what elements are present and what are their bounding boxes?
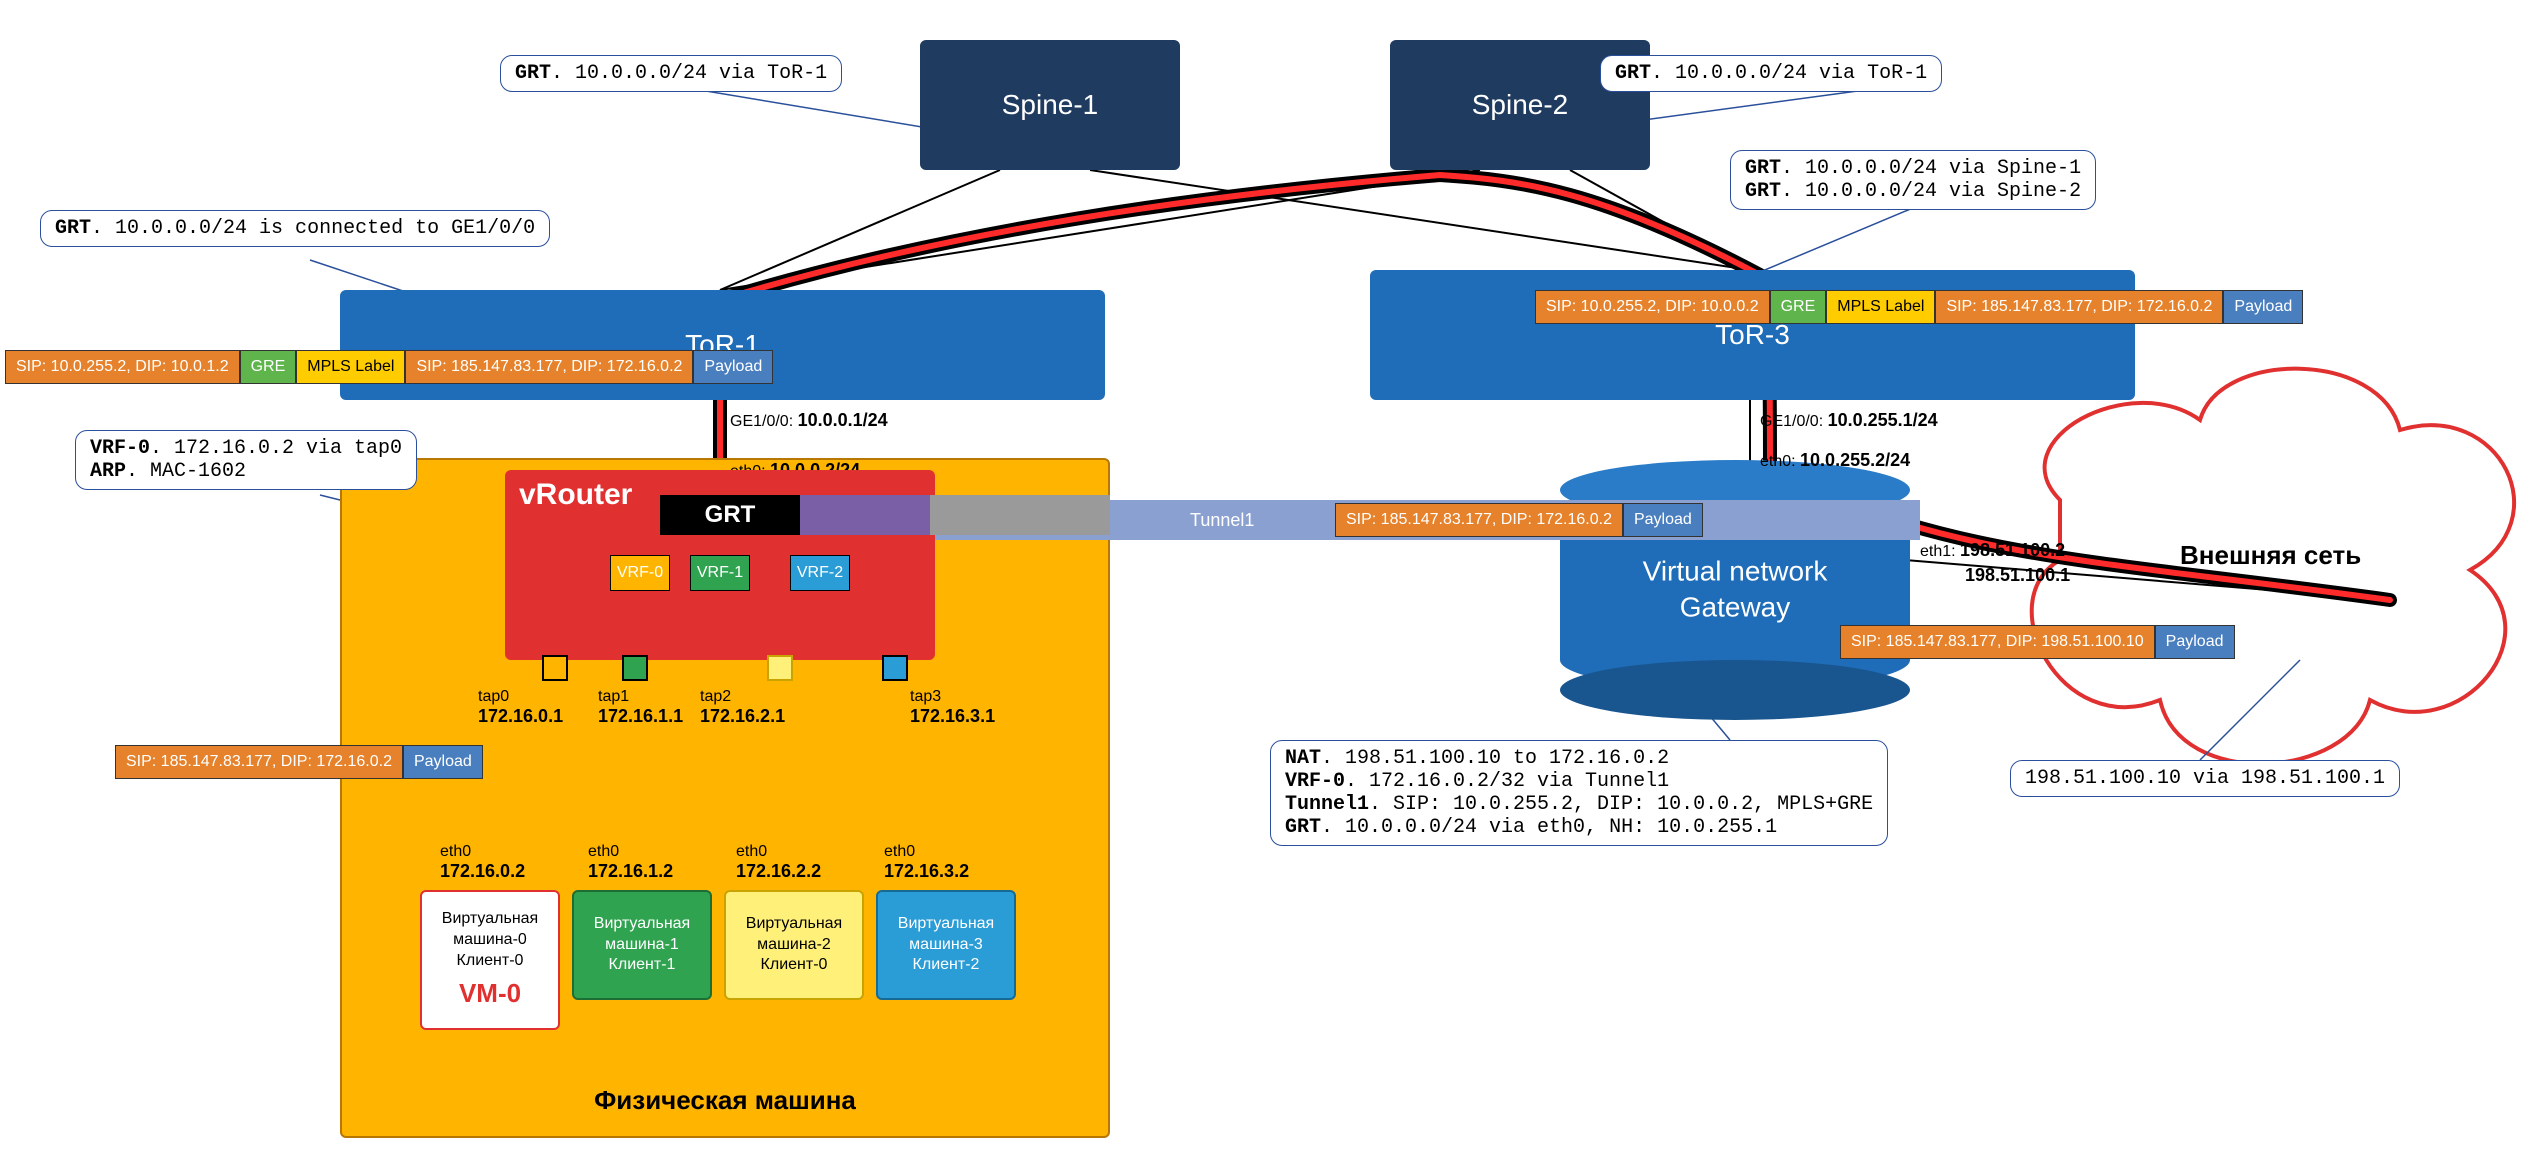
packet-external: SIP: 185.147.83.177, DIP: 198.51.100.10 … <box>1840 625 2235 659</box>
gw-eth1-label-a: eth1: 198.51.100.2 <box>1920 540 2065 561</box>
tap0-port <box>542 655 568 681</box>
spine-1-label: Spine-1 <box>1002 89 1099 121</box>
vrf-1-label: VRF-1 <box>697 564 743 582</box>
packet-tunnel: SIP: 185.147.83.177, DIP: 172.16.0.2 Pay… <box>1335 503 1703 537</box>
tunnel-label: Tunnel1 <box>1190 510 1254 531</box>
callout-spine1: GRT. GRT. 10.0.0.0/24 via ToR-110.0.0.0/… <box>500 55 842 92</box>
gateway-label-2: Gateway <box>1680 592 1791 623</box>
gw-eth1-label-b: 198.51.100.1 <box>1965 565 2070 586</box>
callout-external: 198.51.100.10 via 198.51.100.1 <box>2010 760 2400 797</box>
tap3-label: tap3172.16.3.1 <box>910 685 995 727</box>
spine-1-node: Spine-1 <box>920 40 1180 170</box>
vrouter-label: vRouter <box>519 478 632 512</box>
external-network-label: Внешняя сеть <box>2180 540 2361 571</box>
pkt-l-inner: SIP: 185.147.83.177, DIP: 172.16.0.2 <box>405 350 693 384</box>
packet-left-full: SIP: 10.0.255.2, DIP: 10.0.1.2 GRE MPLS … <box>5 350 773 384</box>
packet-right-full: SIP: 10.0.255.2, DIP: 10.0.0.2 GRE MPLS … <box>1535 290 2303 324</box>
vm-0-node: Виртуальнаямашина-0Клиент-0 VM-0 <box>420 890 560 1030</box>
gateway-label-1: Virtual network <box>1643 556 1828 587</box>
pkt-tun-payload: Payload <box>1623 503 1703 537</box>
tap0-label: tap0172.16.0.1 <box>478 685 563 727</box>
grt-grey-segment <box>930 495 1110 535</box>
pkt-vm-inner: SIP: 185.147.83.177, DIP: 172.16.0.2 <box>115 745 403 779</box>
vrf-2-label: VRF-2 <box>797 564 843 582</box>
pkt-l-mpls: MPLS Label <box>296 350 405 384</box>
callout-tor3: GRT. 10.0.0.0/24 via Spine-1 GRT. 10.0.0… <box>1730 150 2096 210</box>
tor1-ge-label: GE1/0/0: 10.0.0.1/24 <box>730 410 888 431</box>
pkt-r-mpls: MPLS Label <box>1826 290 1935 324</box>
tap2-label: tap2172.16.2.1 <box>700 685 785 727</box>
tap2-port <box>767 655 793 681</box>
vrf-1-box: VRF-1 <box>690 555 750 591</box>
grt-right-segment <box>800 495 930 535</box>
physical-machine-label: Физическая машина <box>594 1085 856 1116</box>
callout-gateway: NAT. 198.51.100.10 to 172.16.0.2 VRF-0. … <box>1270 740 1888 846</box>
pkt-l-gre: GRE <box>240 350 297 384</box>
callout-vrf0: VRF-0. 172.16.0.2 via tap0 ARP. MAC-1602… <box>75 430 417 490</box>
vrf-0-label: VRF-0 <box>617 564 663 582</box>
tor3-ge-label: GE1/0/0: 10.0.255.1/24 <box>1760 410 1938 431</box>
pkt-r-payload: Payload <box>2223 290 2303 324</box>
vm1-eth-label: eth0172.16.1.2 <box>588 840 673 882</box>
vm-2-node: Виртуальнаямашина-2Клиент-0 <box>724 890 864 1000</box>
vm-3-node: Виртуальнаямашина-3Клиент-2 <box>876 890 1016 1000</box>
vm-1-node: Виртуальнаямашина-1Клиент-1 <box>572 890 712 1000</box>
vm0-eth-label: eth0172.16.0.2 <box>440 840 525 882</box>
pkt-tun-inner: SIP: 185.147.83.177, DIP: 172.16.0.2 <box>1335 503 1623 537</box>
tap1-label: tap1172.16.1.1 <box>598 685 683 727</box>
pkt-l-payload: Payload <box>693 350 773 384</box>
pkt-ext-inner: SIP: 185.147.83.177, DIP: 198.51.100.10 <box>1840 625 2155 659</box>
pkt-r-inner: SIP: 185.147.83.177, DIP: 172.16.0.2 <box>1935 290 2223 324</box>
vm3-eth-label: eth0172.16.3.2 <box>884 840 969 882</box>
grt-label: GRT <box>705 501 756 529</box>
pkt-vm-payload: Payload <box>403 745 483 779</box>
vrf-0-box: VRF-0 <box>610 555 670 591</box>
callout-tor1: GRT. GRT. 10.0.0.0/24 is connected to GE… <box>40 210 550 247</box>
gw-eth0-label: eth0: 10.0.255.2/24 <box>1760 450 1910 471</box>
tap1-port <box>622 655 648 681</box>
packet-vm0: SIP: 185.147.83.177, DIP: 172.16.0.2 Pay… <box>115 745 483 779</box>
callout-spine2: GRT. GRT. 10.0.0.0/24 via ToR-110.0.0.0/… <box>1600 55 1942 92</box>
pkt-ext-payload: Payload <box>2155 625 2235 659</box>
spine-2-label: Spine-2 <box>1472 89 1569 121</box>
pkt-l-outer: SIP: 10.0.255.2, DIP: 10.0.1.2 <box>5 350 240 384</box>
grt-box: GRT <box>660 495 800 535</box>
pkt-r-outer: SIP: 10.0.255.2, DIP: 10.0.0.2 <box>1535 290 1770 324</box>
vrf-2-box: VRF-2 <box>790 555 850 591</box>
tap3-port <box>882 655 908 681</box>
pkt-r-gre: GRE <box>1770 290 1827 324</box>
vm2-eth-label: eth0172.16.2.2 <box>736 840 821 882</box>
